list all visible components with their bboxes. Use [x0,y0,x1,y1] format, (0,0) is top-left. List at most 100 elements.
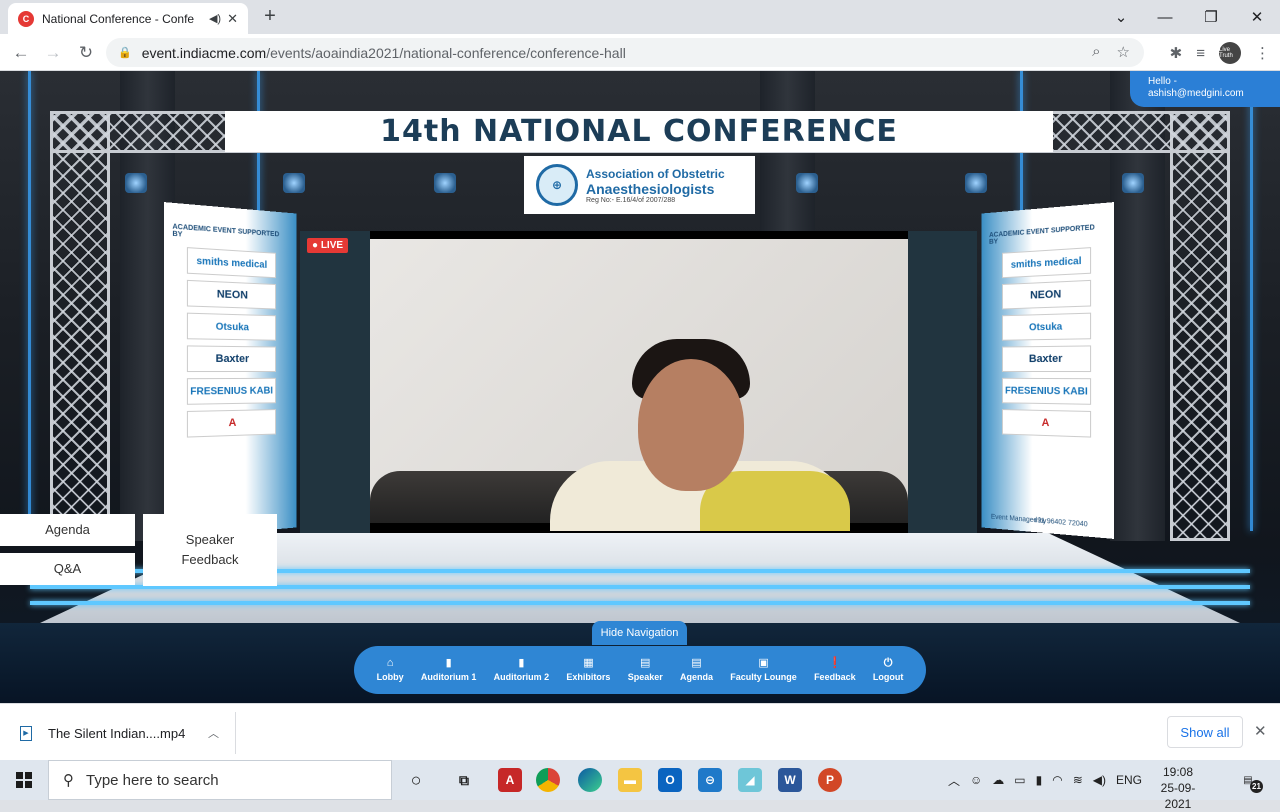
nav-lobby[interactable]: ⌂ Lobby [377,657,404,683]
nav-auditorium-2[interactable]: ▮ Auditorium 2 [494,657,550,683]
nav-feedback[interactable]: ❗ Feedback [814,658,856,683]
menu-kebab-icon[interactable]: ⋮ [1255,44,1270,62]
close-downloads-icon[interactable]: ✕ [1254,722,1267,740]
agenda-button[interactable]: Agenda [0,514,135,546]
hide-navigation-button[interactable]: Hide Navigation [592,621,687,645]
restore-button[interactable]: ❐ [1188,0,1234,34]
contact-phone: +91 96402 72040 [1033,517,1088,529]
language-indicator[interactable]: ENG [1116,773,1142,787]
acrobat-icon[interactable]: A [498,768,522,792]
nav-speaker[interactable]: ▤ Speaker [628,657,663,683]
browser-tab[interactable]: C National Conference - Confe ◀) ✕ [8,3,248,34]
tab-search-icon[interactable]: ⌄ [1098,0,1144,34]
url-path: /events/aoaindia2021/national-conference… [266,44,626,61]
home-icon: ⌂ [386,657,394,669]
close-tab-icon[interactable]: ✕ [227,11,238,27]
extensions-icon[interactable]: ✱ [1170,44,1183,62]
start-button[interactable] [0,760,48,800]
people-icon[interactable]: ☺ [970,773,982,787]
lounge-icon: ▣ [758,657,769,669]
nav-logout[interactable]: ⏻ Logout [873,657,904,683]
minimize-button[interactable]: — [1142,0,1188,34]
sponsor-logo: NEON [186,279,276,310]
door-icon: ▮ [445,657,452,669]
sponsor-logo: Otsuka [186,312,276,341]
network-icon[interactable]: ◠ [1052,773,1062,787]
booth-icon: ▦ [583,657,594,669]
sponsor-logo: Baxter [186,345,276,373]
nav-auditorium-1[interactable]: ▮ Auditorium 1 [421,657,477,683]
display-icon[interactable]: ▭ [1014,773,1025,787]
nav-label: Faculty Lounge [730,672,797,682]
user-greeting[interactable]: Hello - ashish@medgini.com [1130,71,1280,107]
speaker-feedback-button[interactable]: Speaker Feedback [143,514,277,586]
show-all-button[interactable]: Show all [1167,716,1243,748]
qa-button[interactable]: Q&A [0,553,135,585]
powerpoint-icon[interactable]: P [818,768,842,792]
speaker-icon[interactable]: ◀) [209,12,221,25]
outlook-icon[interactable]: O [658,768,682,792]
word-icon[interactable]: W [778,768,802,792]
live-video-player[interactable] [370,231,908,533]
speaker-face [638,359,744,491]
spotlight [796,173,818,193]
file-explorer-icon[interactable]: ▬ [618,768,642,792]
app-icon[interactable]: ◢ [738,768,762,792]
truss-left [50,111,110,541]
battery-icon[interactable]: ▮ [1036,773,1043,787]
close-window-button[interactable]: ✕ [1234,0,1280,34]
nav-faculty-lounge[interactable]: ▣ Faculty Lounge [730,657,797,683]
url-domain: event.indiacme.com [141,44,267,61]
wifi-icon[interactable]: ≋ [1073,773,1083,787]
download-item[interactable]: ▶ The Silent Indian....mp4 ︿ [0,712,236,754]
bookmark-star-icon[interactable]: ☆ [1117,43,1130,61]
address-bar[interactable]: 🔒 event.indiacme.com/events/aoaindia2021… [106,38,1144,67]
truss-right [1170,111,1230,541]
back-button[interactable]: ← [8,40,34,66]
volume-icon[interactable]: ◀) [1093,773,1106,787]
system-tray: ︿ ☺ ☁ ▭ ▮ ◠ ≋ ◀) ENG [948,760,1142,800]
logo-line-2: Anaesthesiologists [586,180,715,197]
sponsor-logo: FRESENIUS KABI [186,377,276,405]
light-beam [1250,71,1253,531]
edge-icon[interactable] [578,768,602,792]
nav-agenda[interactable]: ▤ Agenda [680,657,713,683]
cortana-icon[interactable]: ○ [404,768,428,792]
spotlight [283,173,305,193]
door-icon: ▮ [518,657,525,669]
taskbar-search-box[interactable]: ⚲ Type here to search [48,760,392,800]
nav-exhibitors[interactable]: ▦ Exhibitors [566,657,610,683]
spotlight [125,173,147,193]
browser-tab-bar: C National Conference - Confe ◀) ✕ + ⌄ —… [0,0,1280,34]
document-icon: ▤ [691,657,702,669]
reload-button[interactable]: ↻ [73,40,99,66]
zoom-icon[interactable]: ⌕ [1092,43,1100,61]
lock-icon[interactable]: 🔒 [118,46,132,59]
new-tab-button[interactable]: + [258,5,282,28]
sponsor-logo: smiths medical [1002,247,1092,279]
light-beam [28,71,31,531]
forward-button[interactable]: → [40,40,66,66]
spotlight [1122,173,1144,193]
association-logo: ⊕ Association of Obstetric Anaesthesiolo… [524,156,755,214]
sponsor-logo: NEON [1002,279,1092,310]
windows-logo-icon [16,772,32,788]
stage-light-strip [30,601,1250,605]
media-control-icon[interactable]: ≡ [1196,45,1205,62]
power-icon: ⏻ [883,657,893,669]
document-icon: ▤ [640,657,651,669]
nav-label: Feedback [814,672,856,682]
clock[interactable]: 19:08 25-09-2021 [1148,764,1208,812]
task-view-icon[interactable]: ⧉ [452,768,476,792]
clock-date: 25-09-2021 [1160,781,1196,811]
speaker-feedback-label-1: Speaker [185,532,235,547]
search-placeholder: Type here to search [86,771,219,789]
chevron-up-icon[interactable]: ︿ [208,725,219,741]
profile-avatar[interactable]: Live Truth [1219,42,1241,64]
onedrive-icon[interactable]: ☁ [992,773,1004,787]
chrome-icon[interactable] [536,768,560,792]
app-icon[interactable]: ⊖ [698,768,722,792]
notifications-icon[interactable]: ▤ 21 [1236,769,1263,793]
sponsor-logo: Otsuka [1002,312,1092,341]
chevron-up-icon[interactable]: ︿ [948,772,960,789]
